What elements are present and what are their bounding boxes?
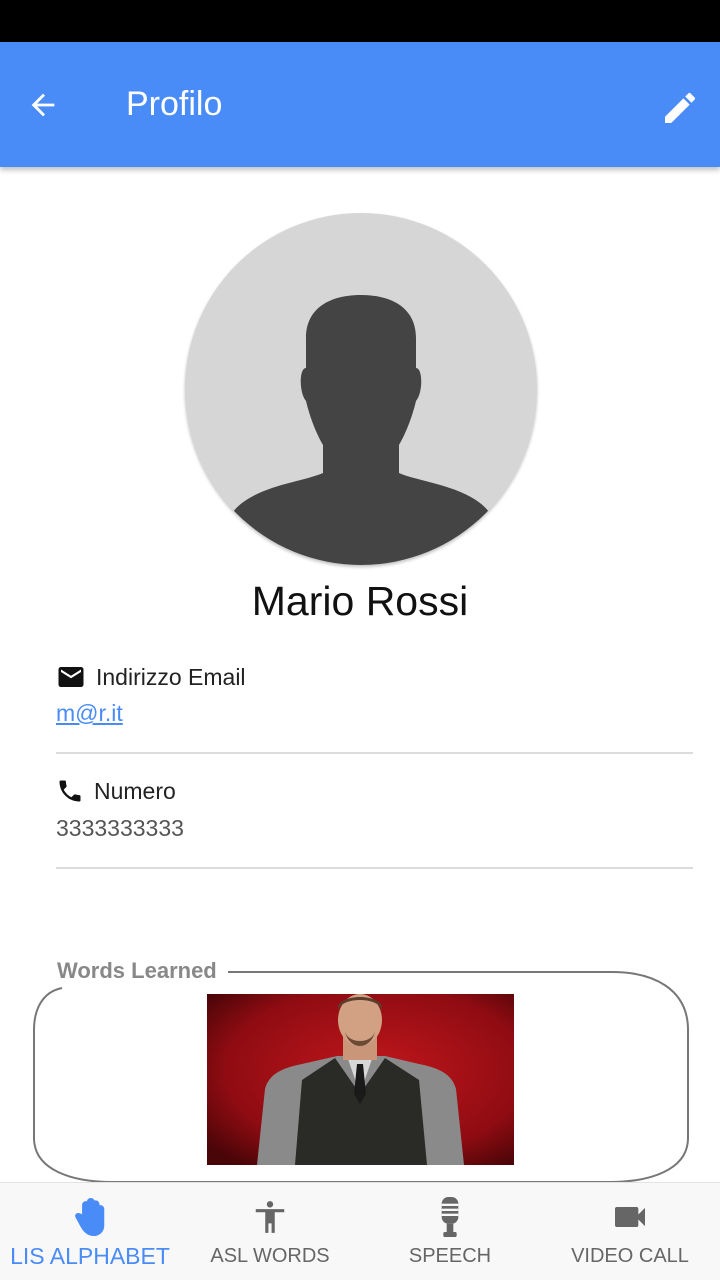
hand-icon bbox=[75, 1198, 105, 1236]
nav-label: VIDEO CALL bbox=[571, 1245, 689, 1267]
email-icon bbox=[58, 667, 84, 687]
divider bbox=[56, 752, 693, 754]
avatar bbox=[185, 213, 537, 565]
app-bar: Profilo bbox=[0, 42, 720, 167]
bottom-navigation: LIS ALPHABET ASL WORDS SPEECH VIDEO CALL bbox=[0, 1182, 720, 1280]
nav-video-call[interactable]: VIDEO CALL bbox=[540, 1183, 720, 1280]
profile-screen: Profilo Mario Rossi Indirizzo Email m@r.… bbox=[0, 0, 720, 1280]
accessibility-icon bbox=[255, 1201, 285, 1233]
words-learned-label: Words Learned bbox=[57, 958, 221, 984]
nav-label: SPEECH bbox=[408, 1245, 492, 1267]
user-name: Mario Rossi bbox=[251, 578, 469, 624]
phone-section: Numero 3333333333 bbox=[56, 777, 693, 842]
email-link[interactable]: m@r.it bbox=[56, 700, 693, 727]
nav-label: LIS ALPHABET bbox=[10, 1243, 170, 1269]
phone-icon bbox=[59, 780, 81, 802]
nav-asl-words[interactable]: ASL WORDS bbox=[180, 1183, 360, 1280]
phone-label: Numero bbox=[94, 777, 176, 804]
videocam-icon bbox=[615, 1207, 645, 1227]
signer-video-image bbox=[207, 994, 514, 1165]
page-title: Profilo bbox=[126, 85, 223, 123]
pencil-icon bbox=[665, 92, 696, 123]
phone-value: 3333333333 bbox=[56, 815, 184, 841]
person-silhouette-icon bbox=[225, 295, 497, 565]
email-label: Indirizzo Email bbox=[96, 663, 246, 690]
back-button[interactable] bbox=[26, 82, 86, 128]
nav-lis-alphabet[interactable]: LIS ALPHABET bbox=[0, 1183, 180, 1280]
video-thumbnail[interactable] bbox=[207, 994, 514, 1165]
status-bar bbox=[0, 0, 720, 42]
nav-speech[interactable]: SPEECH bbox=[360, 1183, 540, 1280]
edit-button[interactable] bbox=[652, 80, 708, 136]
nav-label: ASL WORDS bbox=[210, 1245, 330, 1267]
arrow-back-icon bbox=[31, 93, 55, 117]
microphone-icon bbox=[441, 1197, 459, 1237]
email-section: Indirizzo Email m@r.it bbox=[56, 662, 693, 727]
divider bbox=[56, 867, 693, 869]
